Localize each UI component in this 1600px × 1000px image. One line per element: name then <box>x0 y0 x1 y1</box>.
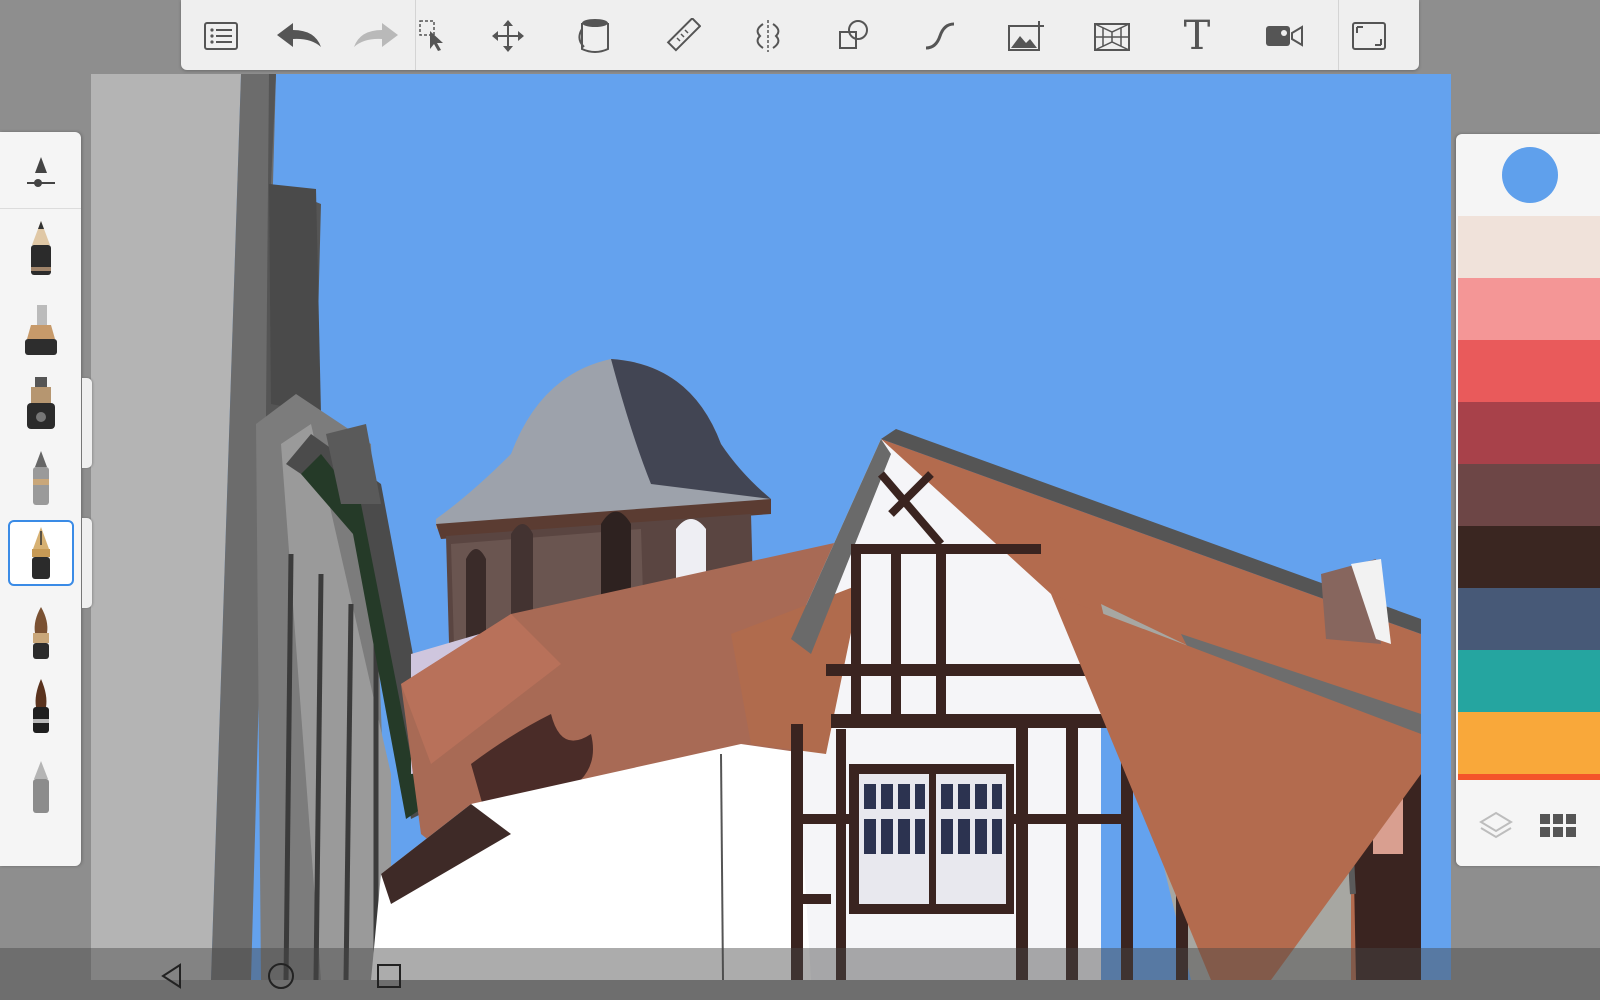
airbrush-icon <box>27 377 55 429</box>
layers-list-icon <box>204 22 238 50</box>
add-image-icon <box>1008 21 1044 51</box>
eraser-brush[interactable] <box>8 754 74 820</box>
selection-button[interactable] <box>407 10 459 62</box>
undo-icon <box>277 23 321 47</box>
color-panel <box>1456 134 1600 866</box>
brush-panel <box>0 132 81 866</box>
paintbrush-icon <box>33 607 49 659</box>
ballpoint-brush[interactable] <box>8 446 74 512</box>
symmetry-button[interactable] <box>742 10 794 62</box>
ink-brush[interactable] <box>8 674 74 740</box>
recents-button[interactable] <box>369 956 409 996</box>
fill-button[interactable] <box>569 10 621 62</box>
record-button[interactable] <box>1258 10 1310 62</box>
color-swatch[interactable] <box>1458 216 1600 278</box>
brush-properties-button[interactable] <box>8 140 74 206</box>
fullscreen-icon <box>1352 22 1386 50</box>
transform-button[interactable] <box>482 10 534 62</box>
grid-icon <box>1540 814 1576 837</box>
add-image-button[interactable] <box>1000 10 1052 62</box>
fullscreen-button[interactable] <box>1343 10 1395 62</box>
color-swatch[interactable] <box>1458 526 1600 588</box>
perspective-button[interactable] <box>1086 10 1138 62</box>
ink-brush-icon <box>33 679 49 733</box>
ink-pen-brush[interactable] <box>8 520 74 586</box>
curve-button[interactable] <box>914 10 966 62</box>
brush-properties-icon <box>27 157 55 187</box>
back-button[interactable] <box>152 956 192 996</box>
color-swatch[interactable] <box>1458 340 1600 402</box>
transform-move-icon <box>492 20 524 52</box>
marker-icon <box>25 305 57 355</box>
perspective-grid-icon <box>1094 23 1130 51</box>
recents-icon <box>377 964 401 988</box>
ruler-icon <box>666 18 701 52</box>
layers-list-button[interactable] <box>195 10 247 62</box>
symmetry-icon <box>756 20 780 52</box>
layer-editor-button[interactable] <box>1476 806 1516 846</box>
selection-icon <box>419 20 443 51</box>
text-button[interactable]: T <box>1171 10 1223 62</box>
color-swatch[interactable] <box>1458 278 1600 340</box>
airbrush-brush[interactable] <box>8 370 74 436</box>
home-button[interactable] <box>261 956 301 996</box>
pencil-brush[interactable] <box>8 216 74 282</box>
shapes-button[interactable] <box>828 10 880 62</box>
system-navigation-bar <box>0 948 1600 1000</box>
text-icon: T <box>1183 13 1211 59</box>
ruler-button[interactable] <box>657 10 709 62</box>
color-swatch[interactable] <box>1458 402 1600 464</box>
color-swatch[interactable] <box>1458 774 1600 780</box>
layers-icon <box>1479 811 1513 839</box>
fountain-pen-icon <box>32 527 50 579</box>
opacity-slider-handle[interactable] <box>82 518 92 608</box>
current-color-puck[interactable] <box>1502 147 1558 203</box>
back-icon <box>161 963 181 989</box>
pencil-icon <box>31 221 51 275</box>
redo-icon <box>354 23 398 47</box>
color-swatch[interactable] <box>1458 650 1600 712</box>
fill-bucket-icon <box>578 19 609 53</box>
ballpoint-icon <box>33 451 49 505</box>
size-slider-handle[interactable] <box>82 378 92 468</box>
time-lapse-record-icon <box>1266 25 1303 47</box>
main-toolbar: T <box>181 0 1419 70</box>
shapes-icon <box>839 20 868 49</box>
curve-stroke-icon <box>925 22 955 50</box>
redo-button[interactable] <box>350 10 402 62</box>
color-swatch[interactable] <box>1458 464 1600 526</box>
undo-button[interactable] <box>273 10 325 62</box>
marker-brush[interactable] <box>8 296 74 362</box>
home-icon <box>268 963 294 989</box>
drawing-canvas[interactable] <box>91 74 1451 980</box>
color-swatch[interactable] <box>1458 712 1600 774</box>
color-library-button[interactable] <box>1538 806 1578 846</box>
artwork <box>91 74 1451 980</box>
color-swatch[interactable] <box>1458 588 1600 650</box>
eraser-icon <box>33 761 49 813</box>
paintbrush-brush[interactable] <box>8 600 74 666</box>
